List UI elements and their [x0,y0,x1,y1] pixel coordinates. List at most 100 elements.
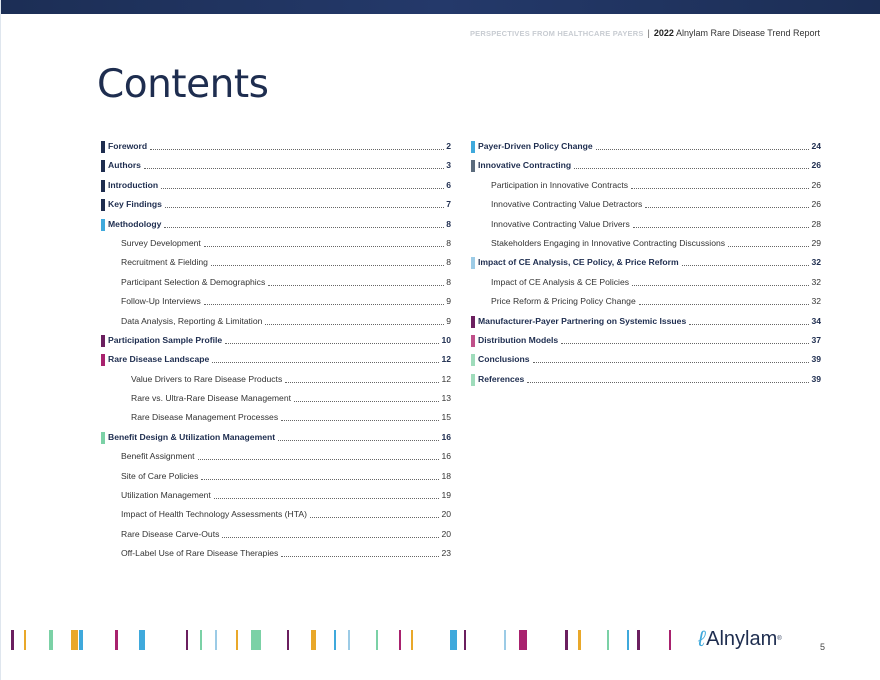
running-header: PERSPECTIVES FROM HEALTHCARE PAYERS | 2022… [470,28,820,38]
toc-entry[interactable]: Payer-Driven Policy Change 24 [471,141,821,160]
leader-dots [203,238,445,247]
toc-entry[interactable]: Methodology 8 [101,218,451,238]
leader-dots [527,374,810,383]
leader-dots [278,432,440,441]
leader-dots [645,199,810,209]
toc-entry[interactable]: Impact of CE Analysis & CE Policies 32 [471,276,821,296]
stripe [200,630,202,650]
toc-entry[interactable]: Rare Disease Landscape 12 [101,354,451,373]
toc-entry[interactable]: Innovative Contracting Value Detractors 2… [471,199,821,218]
section-color-marker [101,354,105,367]
toc-entry[interactable]: Innovative Contracting 26 [471,160,821,179]
leader-dots [203,296,445,306]
section-color-marker [101,199,105,212]
toc-entry-label: Benefit Design & Utilization Management [101,431,278,442]
leader-dots [632,277,810,286]
stripe [504,630,506,650]
stripe [215,630,217,650]
stripe [236,630,238,650]
toc-entry[interactable]: Foreword 2 [101,141,451,160]
leader-dots [213,490,440,500]
logo-mark-icon: ℓ [698,626,706,651]
toc-entry[interactable]: Distribution Models 37 [471,334,821,354]
toc-entry-page: 8 [446,257,451,268]
toc-entry[interactable]: Rare Disease Management Processes 15 [101,412,451,431]
toc-entry-page: 32 [811,276,821,287]
leader-dots [150,141,445,150]
leader-dots [161,180,445,189]
stripe [607,630,609,650]
toc-entry-label: Off-Label Use of Rare Disease Therapies [101,548,281,559]
toc-entry-label: Manufacturer-Payer Partnering on Systemi… [471,315,689,326]
toc-entry[interactable]: Innovative Contracting Value Drivers 28 [471,218,821,238]
toc-entry-page: 23 [441,548,451,559]
toc-entry[interactable]: Value Drivers to Rare Disease Products 12 [101,373,451,393]
toc-entry[interactable]: Impact of CE Analysis, CE Policy, & Pric… [471,257,821,276]
toc-entry-page: 26 [811,179,821,190]
toc-entry[interactable]: Stakeholders Engaging in Innovative Cont… [471,237,821,257]
leader-dots [281,412,440,422]
toc-entry-page: 12 [441,373,451,384]
stripe [186,630,188,650]
toc-entry-label: Innovative Contracting Value Drivers [471,218,632,229]
toc-entry-label: Data Analysis, Reporting & Limitation [101,315,265,326]
toc-entry[interactable]: Participation Sample Profile 10 [101,334,451,354]
toc-entry[interactable]: Conclusions 39 [471,354,821,373]
stripe [464,630,466,650]
toc-entry-label: Conclusions [471,354,532,365]
toc-entry[interactable]: Price Reform & Pricing Policy Change 32 [471,296,821,315]
section-color-marker [471,141,475,153]
toc-entry[interactable]: Survey Development 8 [101,237,451,257]
stripe [79,630,83,650]
toc-entry-page: 20 [441,528,451,539]
toc-entry-page: 16 [441,431,451,442]
toc-entry[interactable]: Impact of Health Technology Assessments … [101,509,451,528]
toc-entry-page: 24 [811,141,821,151]
toc-entry[interactable]: Key Findings 7 [101,199,451,218]
toc-entry[interactable]: Site of Care Policies 18 [101,470,451,490]
toc-entry[interactable]: Follow-Up Interviews 9 [101,296,451,315]
section-color-marker [471,334,475,347]
toc-entry-page: 15 [441,412,451,423]
toc-entry[interactable]: Participant Selection & Demographics 8 [101,276,451,296]
toc-entry-page: 2 [446,141,451,151]
header-separator: | [647,28,650,38]
section-color-marker [101,431,105,444]
toc-entry[interactable]: Introduction 6 [101,179,451,199]
stripe [11,630,14,650]
toc-entry[interactable]: Utilization Management 19 [101,490,451,509]
leader-dots [595,141,810,150]
section-color-marker [471,354,475,367]
toc-entry[interactable]: Rare Disease Carve-Outs 20 [101,528,451,548]
stripe [627,630,629,650]
toc-entry-label: Rare Disease Management Processes [101,412,281,423]
toc-entry-page: 3 [446,160,451,171]
leader-dots [632,219,810,228]
leader-dots [281,548,440,558]
toc-entry[interactable]: Authors 3 [101,160,451,179]
toc-entry[interactable]: References 39 [471,373,821,393]
toc-entry-label: Follow-Up Interviews [101,296,203,307]
leader-dots [638,296,810,306]
stripe [24,630,26,650]
toc-entry-page: 8 [446,237,451,248]
toc-right-column: Payer-Driven Policy Change 24 Innovative C… [471,141,821,393]
toc-entry[interactable]: Rare vs. Ultra-Rare Disease Management 13 [101,393,451,412]
toc-entry[interactable]: Benefit Design & Utilization Management 1… [101,431,451,451]
section-color-marker [471,257,475,270]
leader-dots [225,335,440,344]
toc-entry[interactable]: Benefit Assignment 16 [101,451,451,470]
stripe [411,630,413,650]
leader-dots [728,238,810,247]
toc-entry-label: References [471,373,527,384]
toc-entry[interactable]: Data Analysis, Reporting & Limitation 9 [101,315,451,335]
toc-entry-label: Survey Development [101,237,203,248]
toc-entry[interactable]: Participation in Innovative Contracts 26 [471,179,821,199]
toc-entry[interactable]: Manufacturer-Payer Partnering on Systemi… [471,315,821,335]
header-year: 2022 [653,28,674,38]
toc-entry-page: 39 [811,373,821,384]
stripe [450,630,457,650]
leader-dots [631,180,810,189]
toc-entry[interactable]: Off-Label Use of Rare Disease Therapies 2… [101,548,451,567]
toc-entry[interactable]: Recruitment & Fielding 8 [101,257,451,276]
